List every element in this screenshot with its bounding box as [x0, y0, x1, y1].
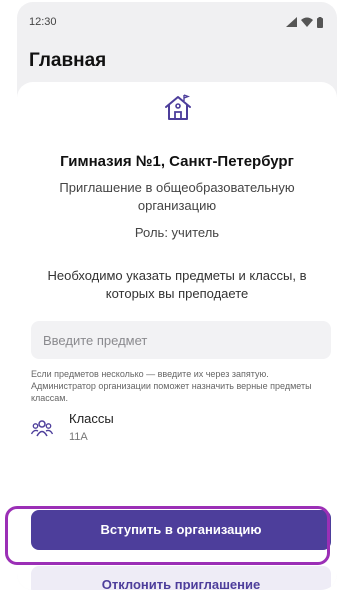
classes-row[interactable]: Классы 11А	[31, 411, 321, 451]
group-icon	[31, 420, 53, 437]
subject-hint: Если предметов несколько — введите их че…	[31, 369, 312, 403]
subject-input[interactable]	[31, 321, 331, 359]
role-label: Роль: учитель	[134, 225, 220, 240]
invitation-sheet: Гимназия №1, Санкт-Петербург Приглашение…	[17, 82, 337, 590]
status-bar: 12:30	[17, 2, 337, 42]
wifi-icon	[301, 17, 313, 27]
signal-icon	[286, 17, 297, 27]
invitation-description: Приглашение в общеобразовательную органи…	[59, 180, 295, 213]
house-icon	[165, 94, 191, 120]
status-icons	[286, 16, 323, 28]
classes-value: 11А	[69, 431, 88, 443]
classes-label: Классы	[69, 411, 114, 426]
decline-invitation-button[interactable]: Отклонить приглашение	[31, 566, 331, 590]
join-organization-button[interactable]: Вступить в организацию	[31, 510, 331, 550]
requirement-message: Необходимо указать предметы и классы, в …	[47, 268, 307, 301]
phone-screen: 12:30 Главная Гимназия №1, Санкт-Петербу…	[17, 2, 337, 590]
page-title: Главная	[29, 50, 107, 71]
organization-name: Гимназия №1, Санкт-Петербург	[60, 153, 294, 170]
status-time: 12:30	[29, 16, 57, 28]
battery-icon	[317, 16, 323, 28]
